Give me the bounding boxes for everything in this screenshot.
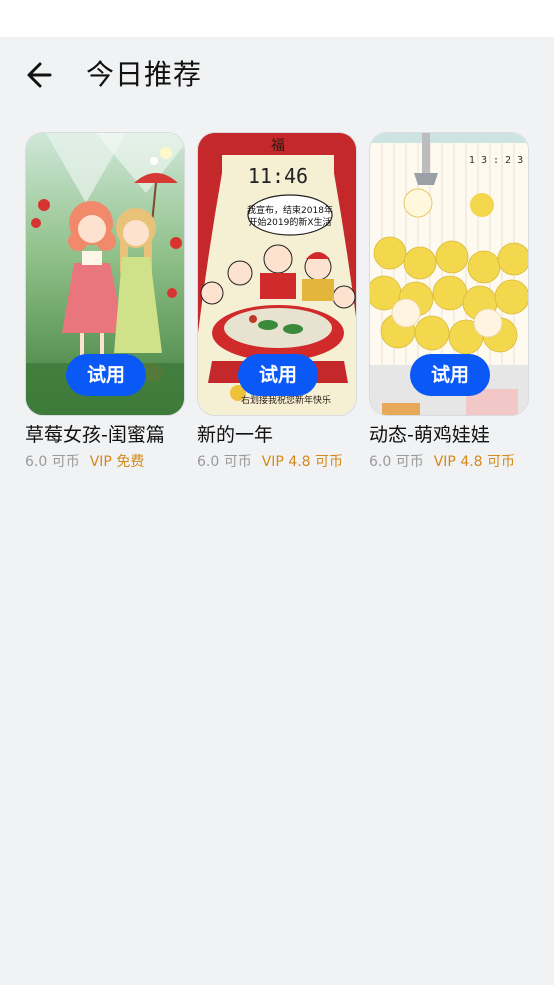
theme-card-cute-chicks[interactable]: 1 3 : 2 3 试用 动态-萌鸡娃娃 6.0 可币 VIP 4.8 可币 — [369, 132, 529, 472]
preview-clock: 11:46 — [248, 164, 308, 188]
try-button[interactable]: 试用 — [238, 354, 318, 396]
preview-clock: 1 3 : 2 3 — [469, 155, 523, 166]
theme-price: 6.0 可币 VIP 免费 — [25, 452, 185, 472]
preview-speech-line-1: 我宣布，结束2018年 — [247, 204, 333, 216]
back-button[interactable] — [22, 59, 62, 91]
vip-price: VIP 免费 — [89, 454, 145, 470]
theme-name: 动态-萌鸡娃娃 — [369, 424, 490, 446]
status-bar — [0, 0, 554, 37]
coin-price: 6.0 可币 — [197, 454, 252, 470]
try-button[interactable]: 试用 — [66, 354, 146, 396]
preview-speech-line-2: 开始2019的新X生活 — [248, 216, 331, 228]
try-button[interactable]: 试用 — [410, 354, 490, 396]
theme-name: 新的一年 — [197, 424, 274, 446]
theme-preview-image[interactable]: 1 3 : 2 3 试用 — [369, 132, 529, 416]
page-title: 今日推荐 — [86, 58, 203, 91]
header: 今日推荐 — [0, 37, 554, 113]
theme-price: 6.0 可币 VIP 4.8 可币 — [197, 452, 357, 472]
vip-price: VIP 4.8 可币 — [433, 454, 516, 470]
theme-price: 6.0 可币 VIP 4.8 可币 — [369, 452, 529, 472]
coin-price: 6.0 可币 — [25, 454, 80, 470]
theme-name: 草莓女孩-闺蜜篇 — [25, 424, 165, 446]
arrow-left-icon — [27, 62, 52, 88]
coin-price: 6.0 可币 — [369, 454, 424, 470]
theme-preview-image[interactable]: 试用 — [25, 132, 185, 416]
vip-price: VIP 4.8 可币 — [261, 454, 344, 470]
svg-text:福: 福 — [271, 138, 285, 154]
theme-card-strawberry-girl[interactable]: 试用 草莓女孩-闺蜜篇 6.0 可币 VIP 免费 — [25, 132, 185, 472]
theme-preview-image[interactable]: 福 11:46 我宣布，结束2018年 开始2019的新X生活 右划接我祝您新年… — [197, 132, 357, 416]
theme-card-new-year[interactable]: 福 11:46 我宣布，结束2018年 开始2019的新X生活 右划接我祝您新年… — [197, 132, 357, 472]
